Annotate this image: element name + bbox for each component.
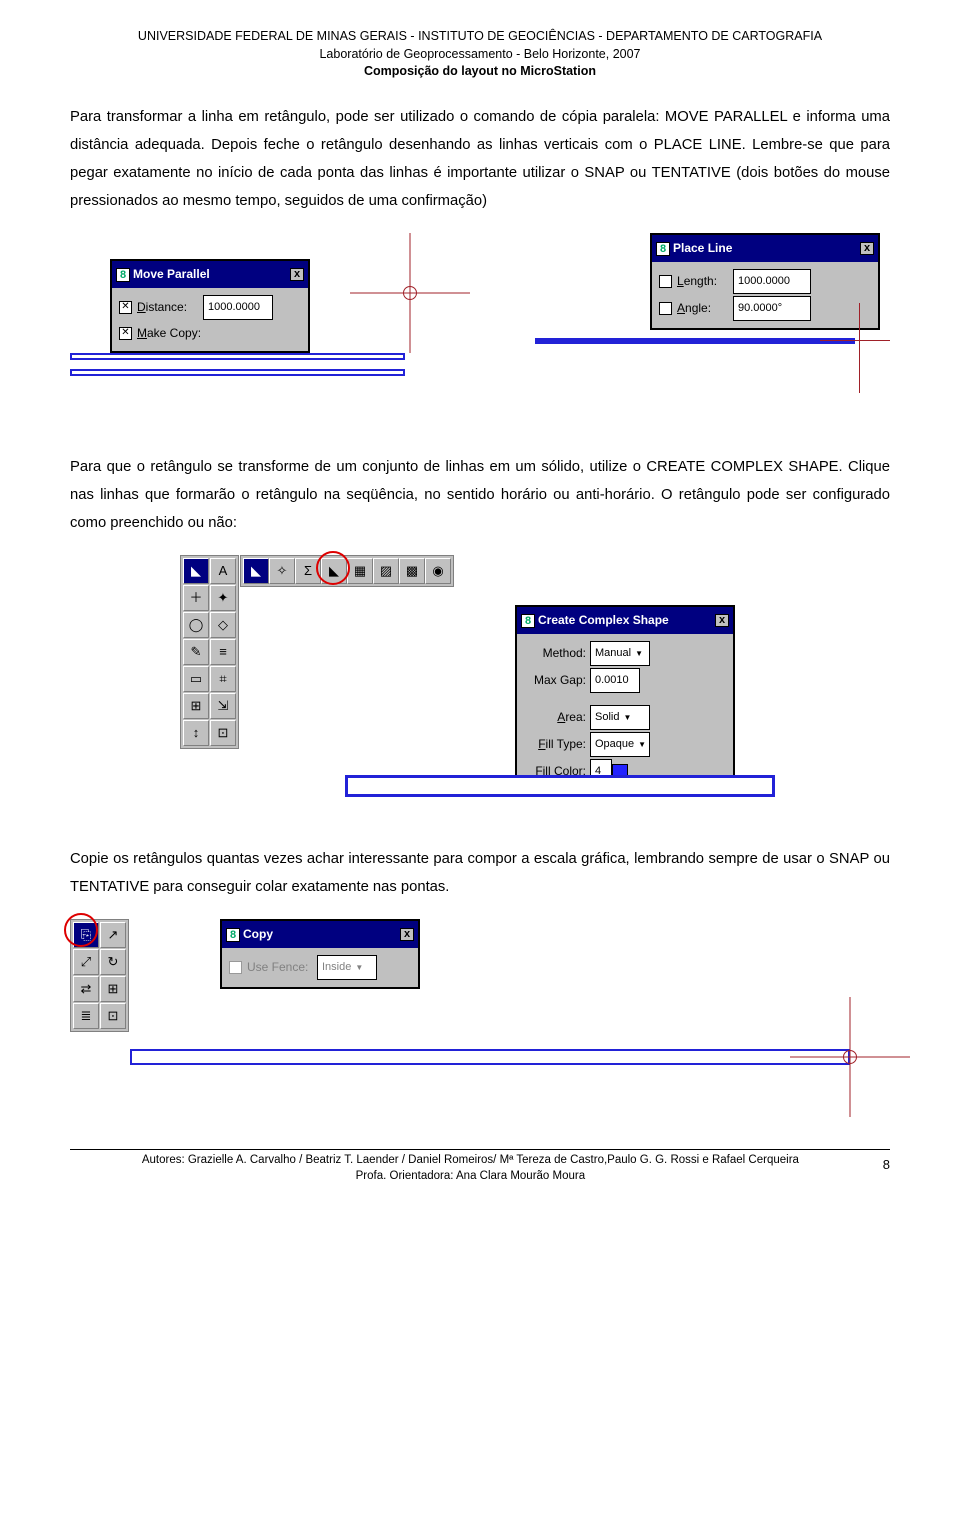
tool-icon[interactable]: ⌗ xyxy=(210,666,236,692)
usefence-label: Use Fence: xyxy=(247,956,317,979)
tool-icon[interactable]: ↻ xyxy=(100,949,126,975)
figure-row-1: 8Move Parallel x DDistance:istance: 1000… xyxy=(70,233,890,443)
tool-icon[interactable]: ✎ xyxy=(183,639,209,665)
tool-icon[interactable]: ▦ xyxy=(347,558,373,584)
close-icon[interactable]: x xyxy=(860,242,874,255)
page-number: 8 xyxy=(883,1153,890,1178)
tool-icon[interactable]: ◣ xyxy=(243,558,269,584)
tool-icon[interactable]: ▭ xyxy=(183,666,209,692)
tool-icon[interactable]: ⊞ xyxy=(100,976,126,1002)
tool-icon[interactable]: ✦ xyxy=(210,585,236,611)
tool-icon[interactable]: ◯ xyxy=(183,612,209,638)
header-line-1: UNIVERSIDADE FEDERAL DE MINAS GERAIS - I… xyxy=(70,28,890,46)
length-input[interactable]: 1000.0000 xyxy=(733,269,811,294)
tool-icon[interactable]: ⇄ xyxy=(73,976,99,1002)
crosshair-cursor-icon xyxy=(790,997,910,1117)
area-dropdown[interactable]: Solid xyxy=(590,705,650,730)
tool-icon[interactable]: ⊡ xyxy=(100,1003,126,1029)
tool-icon[interactable]: ▨ xyxy=(373,558,399,584)
app-logo-icon: 8 xyxy=(521,614,535,628)
ccs-title: Create Complex Shape xyxy=(538,613,669,627)
angle-input[interactable]: 90.0000° xyxy=(733,296,811,321)
maxgap-label: Max Gap: xyxy=(524,669,586,692)
place-line-dialog: 8Place Line x Length: Length: 1000.0000 … xyxy=(650,233,880,330)
tool-icon[interactable]: ▩ xyxy=(399,558,425,584)
footer-advisor: Profa. Orientadora: Ana Clara Mourão Mou… xyxy=(70,1169,871,1185)
tool-icon[interactable]: ＋ xyxy=(183,585,209,611)
header-line-2: Laboratório de Geoprocessamento - Belo H… xyxy=(70,46,890,64)
tool-icon[interactable]: ⤢ xyxy=(73,949,99,975)
filltype-dropdown[interactable]: Opaque xyxy=(590,732,650,757)
main-tool-palette[interactable]: ◣ A ＋ ✦ ◯ ◇ ✎ ≡ ▭ ⌗ ⊞ ⇲ ↕ ⊡ xyxy=(180,555,239,749)
document-header: UNIVERSIDADE FEDERAL DE MINAS GERAIS - I… xyxy=(70,28,890,81)
app-logo-icon: 8 xyxy=(226,928,240,942)
close-icon[interactable]: x xyxy=(290,268,304,281)
red-vertical-line xyxy=(859,303,860,393)
tool-icon[interactable]: ◣ xyxy=(183,558,209,584)
move-parallel-title: Move Parallel xyxy=(133,267,210,281)
blue-line-top xyxy=(70,353,405,360)
figure-cluster-2: ◣ A ＋ ✦ ◯ ◇ ✎ ≡ ▭ ⌗ ⊞ ⇲ ↕ ⊡ ◣ ✧ Σ xyxy=(70,555,890,835)
copy-dialog: 8Copy x Use Fence: Inside xyxy=(220,919,420,989)
tool-icon[interactable]: ◇ xyxy=(210,612,236,638)
place-line-title: Place Line xyxy=(673,241,732,255)
move-parallel-dialog: 8Move Parallel x DDistance:istance: 1000… xyxy=(110,259,310,353)
maxgap-input[interactable]: 0.0010 xyxy=(590,668,640,693)
usefence-dropdown: Inside xyxy=(317,955,377,980)
document-footer: Autores: Grazielle A. Carvalho / Beatriz… xyxy=(70,1149,890,1184)
angle-checkbox[interactable] xyxy=(659,302,672,315)
method-dropdown[interactable]: Manual xyxy=(590,641,650,666)
makecopy-checkbox[interactable] xyxy=(119,327,132,340)
blue-line-bottom xyxy=(70,369,405,376)
long-blue-outline-bar xyxy=(130,1049,850,1065)
blue-segment xyxy=(535,338,855,344)
tool-icon[interactable]: ↗ xyxy=(100,922,126,948)
crosshair-cursor-icon xyxy=(350,233,470,353)
distance-input[interactable]: 1000.0000 xyxy=(203,295,273,320)
paragraph-2: Para que o retângulo se transforme de um… xyxy=(70,453,890,537)
header-line-3: Composição do layout no MicroStation xyxy=(70,63,890,81)
tool-icon[interactable]: ≡ xyxy=(210,639,236,665)
length-checkbox[interactable] xyxy=(659,275,672,288)
close-icon[interactable]: x xyxy=(400,928,414,941)
app-logo-icon: 8 xyxy=(116,268,130,282)
tool-icon[interactable]: ≣ xyxy=(73,1003,99,1029)
tool-icon[interactable]: ⇲ xyxy=(210,693,236,719)
tool-icon[interactable]: ↕ xyxy=(183,720,209,746)
paragraph-1: Para transformar a linha em retângulo, p… xyxy=(70,103,890,215)
create-complex-shape-dialog: 8Create Complex Shape x Method:Manual Ma… xyxy=(515,605,735,792)
red-horizontal-line xyxy=(820,340,890,341)
app-logo-icon: 8 xyxy=(656,242,670,256)
usefence-checkbox xyxy=(229,961,242,974)
paragraph-3: Copie os retângulos quantas vezes achar … xyxy=(70,845,890,901)
figure-cluster-3: ⎘ ↗ ⤢ ↻ ⇄ ⊞ ≣ ⊡ 8Copy x Use Fence: Insi xyxy=(70,919,890,1119)
footer-authors: Autores: Grazielle A. Carvalho / Beatriz… xyxy=(70,1153,871,1169)
blue-rectangle-outline xyxy=(345,775,775,797)
distance-label: D xyxy=(137,300,146,314)
tool-icon[interactable]: ⊡ xyxy=(210,720,236,746)
tool-icon[interactable]: ◉ xyxy=(425,558,451,584)
distance-checkbox[interactable] xyxy=(119,301,132,314)
method-label: Method: xyxy=(524,642,586,665)
tool-icon[interactable]: ⊞ xyxy=(183,693,209,719)
tool-icon[interactable]: A xyxy=(210,558,236,584)
close-icon[interactable]: x xyxy=(715,614,729,627)
copy-title: Copy xyxy=(243,927,273,941)
tool-icon[interactable]: ✧ xyxy=(269,558,295,584)
